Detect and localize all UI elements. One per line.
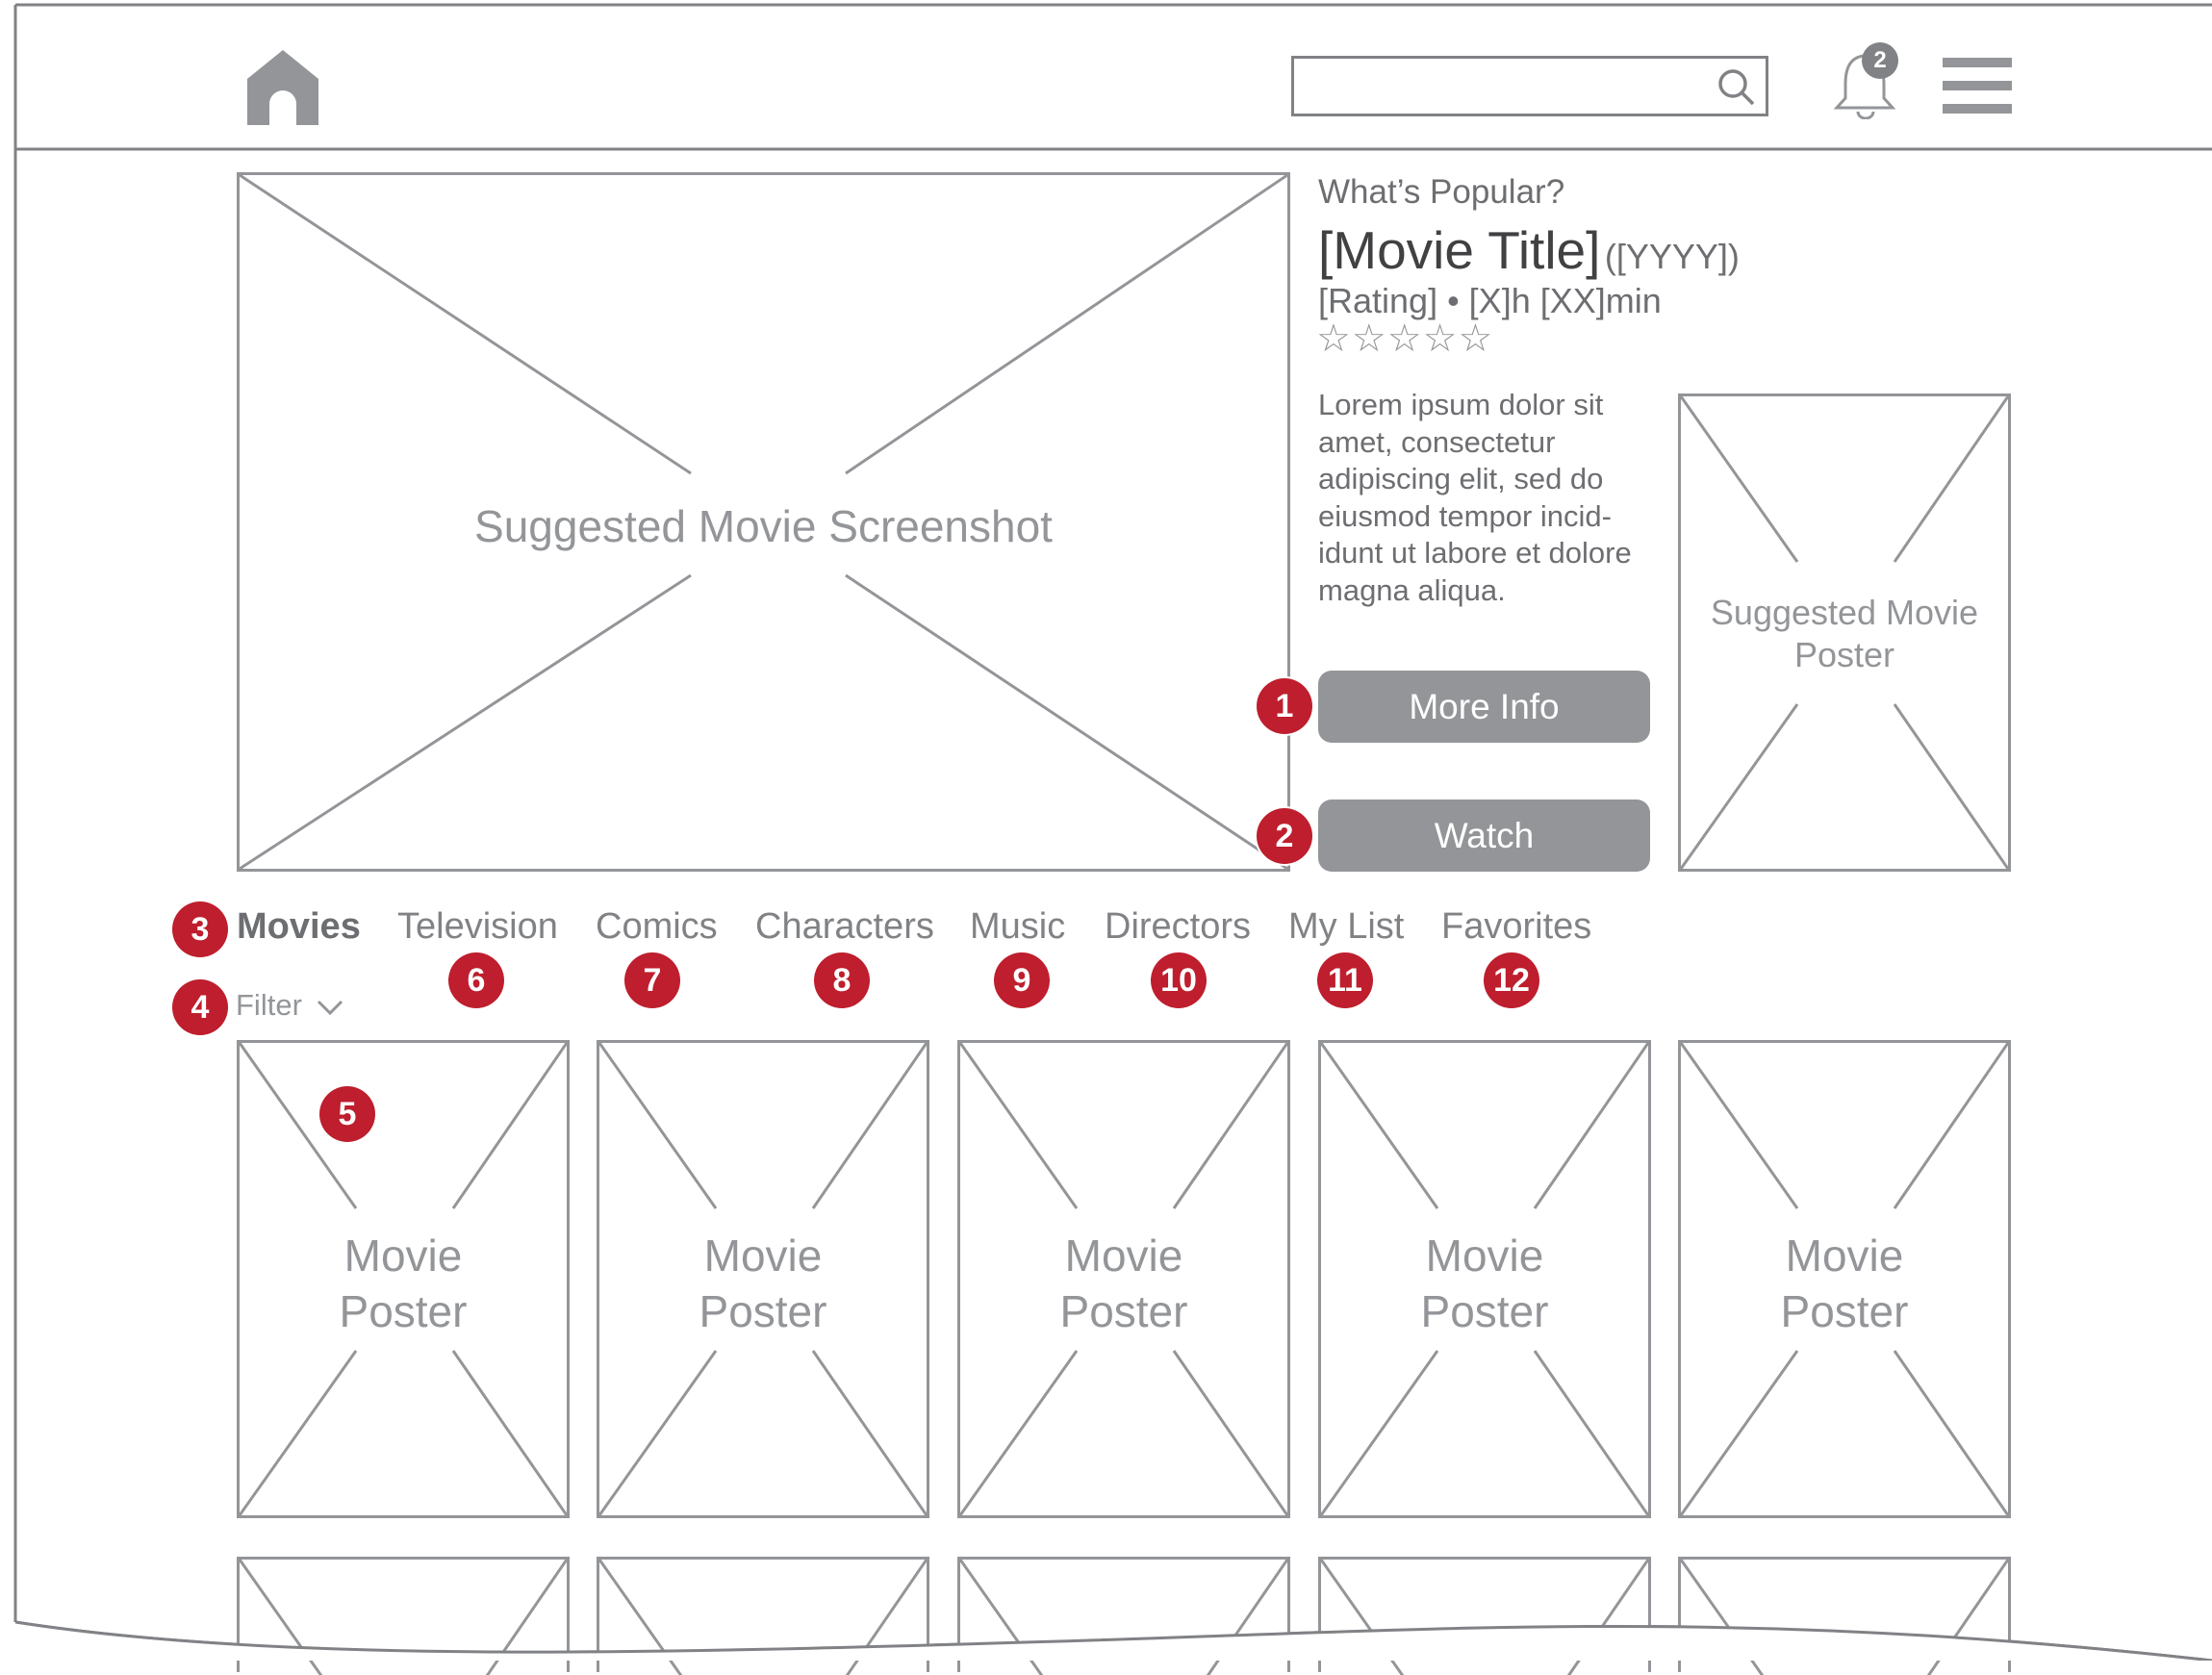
tab-movies[interactable]: Movies <box>237 906 361 948</box>
movie-poster-card[interactable] <box>1318 1557 1651 1675</box>
watch-button[interactable]: Watch <box>1318 799 1650 872</box>
star-rating[interactable]: ☆☆☆☆☆ <box>1316 317 1493 361</box>
movie-poster-card[interactable]: Movie Poster <box>957 1040 1290 1518</box>
annotation-marker-7: 7 <box>624 952 680 1008</box>
movie-poster-card[interactable]: Movie Poster <box>237 1040 570 1518</box>
search-icon[interactable] <box>1717 68 1756 107</box>
movie-poster-label: Movie Poster <box>1059 1231 1188 1336</box>
movie-title: [Movie Title] <box>1318 220 1601 280</box>
home-icon[interactable] <box>245 50 322 127</box>
placeholder-cross <box>599 1560 927 1675</box>
annotation-marker-6: 6 <box>448 952 504 1008</box>
notification-badge: 2 <box>1862 42 1898 79</box>
more-info-button[interactable]: More Info <box>1318 671 1650 743</box>
placeholder-cross <box>1321 1560 1648 1675</box>
filter-dropdown[interactable]: Filter <box>236 988 343 1023</box>
placeholder-cross <box>960 1560 1287 1675</box>
filter-label: Filter <box>236 988 302 1022</box>
tab-directors[interactable]: Directors <box>1105 906 1251 948</box>
tab-comics[interactable]: Comics <box>596 906 718 948</box>
movie-year: ([YYYY]) <box>1604 237 1740 276</box>
search-bar[interactable] <box>1291 56 1768 116</box>
movie-poster-card[interactable] <box>957 1557 1290 1675</box>
annotation-marker-8: 8 <box>814 952 870 1008</box>
movie-poster-card[interactable] <box>597 1557 929 1675</box>
suggested-movie-poster[interactable]: Suggested Movie Poster <box>1678 393 2011 872</box>
placeholder-cross <box>240 1560 567 1675</box>
poster-label: Suggested Movie Poster <box>1710 593 1979 674</box>
tab-music[interactable]: Music <box>970 906 1065 948</box>
screenshot-label: Suggested Movie Screenshot <box>474 501 1053 551</box>
annotation-marker-3: 3 <box>172 901 228 957</box>
movie-poster-card[interactable] <box>1678 1557 2011 1675</box>
tab-television[interactable]: Television <box>397 906 558 948</box>
annotation-marker-9: 9 <box>994 952 1050 1008</box>
tab-favorites[interactable]: Favorites <box>1441 906 1591 948</box>
placeholder-cross <box>1681 1560 2008 1675</box>
movie-poster-card[interactable]: Movie Poster <box>597 1040 929 1518</box>
movie-poster-label: Movie Poster <box>339 1231 468 1336</box>
tab-my-list[interactable]: My List <box>1288 906 1404 948</box>
search-input[interactable] <box>1306 59 1714 114</box>
movie-meta: [Rating] • [X]h [XX]min <box>1318 281 1662 320</box>
movie-poster-card[interactable] <box>237 1557 570 1675</box>
annotation-marker-12: 12 <box>1484 952 1539 1008</box>
movie-description: Lorem ipsum dolor sit amet, consectetur … <box>1318 388 1632 607</box>
tab-characters[interactable]: Characters <box>755 906 934 948</box>
annotation-marker-4: 4 <box>172 979 228 1035</box>
annotation-marker-1: 1 <box>1257 678 1312 734</box>
movie-poster-card[interactable]: Movie Poster <box>1318 1040 1651 1518</box>
movie-poster-label: Movie Poster <box>1420 1231 1549 1336</box>
annotation-marker-5: 5 <box>319 1086 375 1142</box>
notification-button[interactable]: 2 <box>1832 42 1899 119</box>
section-label-popular: What’s Popular? <box>1318 173 1565 211</box>
movie-poster-label: Movie Poster <box>1780 1231 1909 1336</box>
hamburger-menu-icon[interactable] <box>1943 58 2012 117</box>
movie-poster-card[interactable]: Movie Poster <box>1678 1040 2011 1518</box>
annotation-marker-11: 11 <box>1317 952 1373 1008</box>
chevron-down-icon <box>317 1000 343 1015</box>
movie-title-line: [Movie Title] ([YYYY]) <box>1318 219 1740 281</box>
annotation-marker-10: 10 <box>1151 952 1207 1008</box>
movie-poster-label: Movie Poster <box>699 1231 827 1336</box>
annotation-marker-2: 2 <box>1257 808 1312 864</box>
suggested-movie-screenshot[interactable]: Suggested Movie Screenshot <box>237 172 1290 872</box>
